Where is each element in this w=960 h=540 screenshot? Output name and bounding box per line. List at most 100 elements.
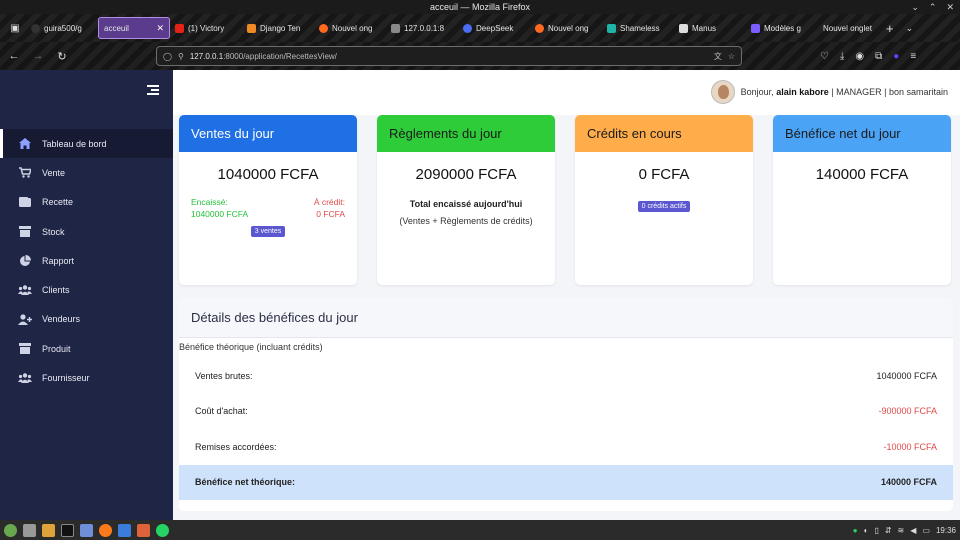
firefox-icon[interactable] bbox=[99, 523, 112, 537]
sidebar-item-stock[interactable]: Stock bbox=[0, 217, 173, 246]
card-title: Ventes du jour bbox=[191, 126, 275, 141]
app-icon[interactable] bbox=[80, 523, 93, 537]
card-credits-en-cours: Crédits en cours 0 FCFA 0 crédits actifs bbox=[575, 115, 753, 285]
wifi-icon[interactable]: ≋ bbox=[898, 526, 905, 535]
presentation-icon[interactable] bbox=[137, 523, 150, 537]
tab-nouvel-onglet-2[interactable]: Nouvel ong bbox=[530, 17, 602, 39]
sidebar-item-tableau-de-bord[interactable]: Tableau de bord bbox=[0, 129, 173, 159]
home-icon bbox=[18, 138, 32, 150]
whatsapp-icon[interactable] bbox=[156, 523, 169, 537]
url-bar[interactable]: ◯ ⚲ 127.0.0.1:8000/application/RecettesV… bbox=[156, 46, 742, 66]
toolbar-icons: ♡ ⤓ ◉ ⧉ ● ≡ bbox=[820, 51, 916, 62]
row-value: 140000 FCFA bbox=[880, 477, 937, 488]
modeles-icon bbox=[751, 23, 760, 33]
start-menu-icon[interactable] bbox=[4, 523, 17, 537]
account-icon[interactable]: ◉ bbox=[855, 51, 864, 62]
bookmark-star-icon[interactable]: ☆ bbox=[728, 52, 735, 61]
sidebar-item-fournisseur[interactable]: Fournisseur bbox=[0, 363, 173, 392]
os-taskbar: ● ◐ ▯ ⇵ ≋ ◀ ▭ 19:36 bbox=[0, 520, 960, 540]
clock[interactable]: 19:36 bbox=[936, 526, 956, 535]
extension-icon[interactable]: ● bbox=[893, 51, 899, 62]
window-controls: ⌄ ⌃ ✕ bbox=[911, 0, 954, 14]
download-icon[interactable]: ⤓ bbox=[840, 51, 844, 62]
back-icon[interactable]: ← bbox=[6, 50, 22, 62]
sidebar-menu: Tableau de bord Vente Recette Stock Rapp… bbox=[0, 129, 173, 393]
shield-icon[interactable]: ◯ bbox=[163, 52, 172, 61]
tab-label: DeepSeek bbox=[476, 23, 514, 33]
row-label: Remises accordées: bbox=[195, 441, 277, 452]
sidebar-item-label: Vente bbox=[42, 167, 66, 178]
browser-tab-bar: ▣ guira500/g acceuil ✕ (1) Victory Djang… bbox=[0, 14, 960, 42]
firefox-icon bbox=[535, 23, 544, 33]
card-benefice-net: Bénéfice net du jour 140000 FCFA bbox=[773, 115, 951, 285]
tab-acceuil[interactable]: acceuil ✕ bbox=[98, 17, 170, 39]
row-value: 1040000 FCFA bbox=[876, 370, 937, 381]
sidebar-item-produit[interactable]: Produit bbox=[0, 334, 173, 363]
battery-icon[interactable]: ▭ bbox=[922, 526, 930, 535]
card-amount: 1040000 FCFA bbox=[217, 166, 319, 183]
menu-icon[interactable]: ≡ bbox=[910, 51, 916, 62]
tab-overflow-icon[interactable]: ⌄ bbox=[900, 23, 920, 34]
sidebar-item-rapport[interactable]: Rapport bbox=[0, 246, 173, 275]
avatar[interactable] bbox=[710, 80, 735, 104]
sidebar-item-vendeurs[interactable]: Vendeurs bbox=[0, 305, 173, 334]
network-icon[interactable]: ⇵ bbox=[885, 526, 892, 535]
tab-nouvel-onglet-3[interactable]: Nouvel onglet bbox=[818, 17, 880, 39]
maximize-icon[interactable]: ⌃ bbox=[929, 0, 937, 14]
reload-icon[interactable]: ↻ bbox=[54, 50, 70, 63]
whatsapp-tray-icon[interactable]: ● bbox=[853, 526, 858, 535]
pocket-icon[interactable]: ♡ bbox=[820, 51, 829, 62]
card-header: Ventes du jour bbox=[179, 115, 357, 152]
extensions-icon[interactable]: ⧉ bbox=[875, 51, 882, 62]
tab-django[interactable]: Django Ten bbox=[242, 17, 314, 39]
table-row: Remises accordées: -10000 FCFA bbox=[179, 429, 953, 465]
close-window-icon[interactable]: ✕ bbox=[946, 0, 954, 14]
user-plus-icon bbox=[18, 313, 32, 325]
sidebar-toggle-icon[interactable] bbox=[147, 85, 159, 95]
github-icon bbox=[31, 23, 40, 33]
tab-deepseek[interactable]: DeepSeek bbox=[458, 17, 530, 39]
sidebar-item-vente[interactable]: Vente bbox=[0, 158, 173, 187]
files-icon[interactable] bbox=[42, 523, 55, 537]
clipboard-icon[interactable]: ▯ bbox=[874, 526, 878, 535]
sidebar-item-clients[interactable]: Clients bbox=[0, 275, 173, 304]
tab-list-icon[interactable]: ▣ bbox=[4, 17, 26, 39]
page-icon bbox=[391, 23, 400, 33]
tab-manus[interactable]: Manus bbox=[674, 17, 746, 39]
credits-count-badge: 0 crédits actifs bbox=[637, 201, 691, 212]
manus-icon bbox=[679, 23, 688, 33]
tab-github[interactable]: guira500/g bbox=[26, 17, 98, 39]
firefox-icon bbox=[319, 23, 328, 33]
sidebar-item-recette[interactable]: Recette bbox=[0, 188, 173, 217]
tab-label: 127.0.0.1:8 bbox=[404, 23, 445, 33]
user-menu[interactable]: Bonjour, alain kabore | MANAGER | bon sa… bbox=[710, 80, 948, 104]
tab-localhost[interactable]: 127.0.0.1:8 bbox=[386, 17, 458, 39]
deepseek-icon bbox=[463, 23, 472, 33]
tab-nouvel-onglet-1[interactable]: Nouvel ong bbox=[314, 17, 386, 39]
writer-icon[interactable] bbox=[118, 523, 131, 537]
row-label: Bénéfice net théorique: bbox=[195, 477, 296, 488]
url-path: :8000/application/RecettesView/ bbox=[223, 51, 337, 61]
translate-icon[interactable]: 文 bbox=[714, 51, 722, 62]
show-desktop-icon[interactable] bbox=[23, 523, 36, 537]
user-greeting: Bonjour, alain kabore | MANAGER | bon sa… bbox=[740, 87, 948, 97]
tab-victory[interactable]: (1) Victory bbox=[170, 17, 242, 39]
users-icon bbox=[18, 284, 32, 296]
forward-icon[interactable]: → bbox=[30, 50, 46, 62]
tab-modeles[interactable]: Modèles g bbox=[746, 17, 818, 39]
tray-status-icon[interactable]: ◐ bbox=[864, 526, 869, 535]
new-tab-icon[interactable]: + bbox=[880, 21, 900, 36]
sidebar-item-label: Vendeurs bbox=[42, 314, 81, 325]
volume-icon[interactable]: ◀ bbox=[910, 526, 916, 535]
total-encaisse-label: Total encaissé aujourd'hui bbox=[409, 199, 523, 209]
app-topbar: Bonjour, alain kabore | MANAGER | bon sa… bbox=[173, 70, 960, 115]
sidebar-item-label: Recette bbox=[42, 197, 74, 208]
page-info-icon[interactable]: ⚲ bbox=[178, 52, 184, 61]
minimize-icon[interactable]: ⌄ bbox=[911, 0, 919, 14]
user-role: | MANAGER | bbox=[831, 87, 887, 97]
youtube-icon bbox=[175, 23, 184, 33]
sidebar-item-label: Stock bbox=[42, 226, 65, 237]
close-tab-icon[interactable]: ✕ bbox=[156, 23, 164, 34]
terminal-icon[interactable] bbox=[61, 523, 74, 537]
tab-shameless[interactable]: Shameless bbox=[602, 17, 674, 39]
